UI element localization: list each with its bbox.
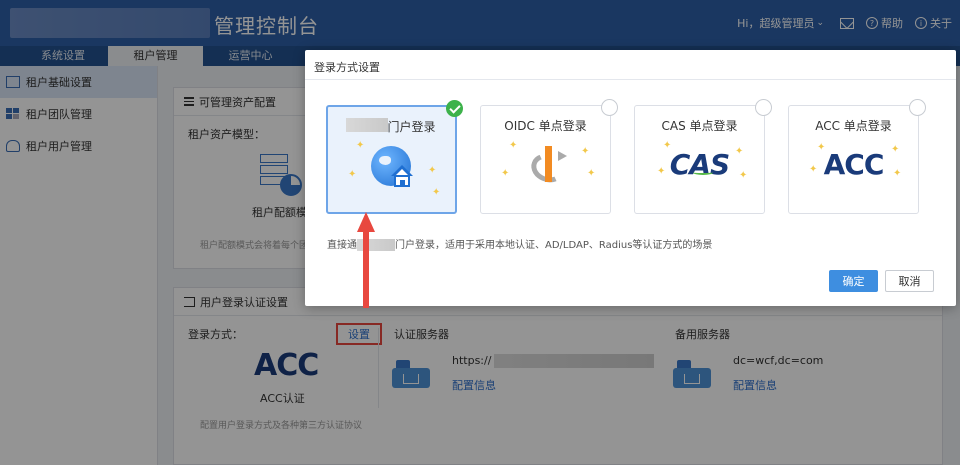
sparkle-icon: ✦ <box>348 169 357 180</box>
confirm-button[interactable]: 确定 <box>829 270 878 292</box>
radio-button[interactable] <box>601 99 618 116</box>
login-option-acc[interactable]: ACC 单点登录 ✦ ✦ ✦ ✦ ACC <box>788 99 926 214</box>
desc-prefix: 直接通 <box>327 240 357 251</box>
login-option-label: ACC 单点登录 <box>815 119 892 133</box>
sparkle-icon: ✦ <box>428 165 437 176</box>
sparkle-icon: ✦ <box>432 187 441 198</box>
acc-logo: ACC <box>823 148 885 181</box>
login-method-modal: 登录方式设置 门户登录 ✦ ✦ ✦ ✦ OIDC 单点登录 ✦ ✦ ✦ ✦ CA… <box>305 50 956 306</box>
sparkle-icon: ✦ <box>581 146 590 157</box>
openid-icon <box>527 146 571 187</box>
radio-button[interactable] <box>909 99 926 116</box>
sparkle-icon: ✦ <box>501 168 510 179</box>
sparkle-icon: ✦ <box>587 168 596 179</box>
login-option-label: OIDC 单点登录 <box>504 119 587 133</box>
modal-title: 登录方式设置 <box>314 61 380 74</box>
modal-divider <box>305 79 956 80</box>
sparkle-icon: ✦ <box>356 140 365 151</box>
login-option-cas[interactable]: CAS 单点登录 ✦ ✦ ✦ ✦ CAS <box>634 99 772 214</box>
selected-check-icon <box>446 100 463 117</box>
cas-swoosh <box>693 170 713 175</box>
login-option-portal[interactable]: 门户登录 ✦ ✦ ✦ ✦ <box>326 100 463 214</box>
annotation-arrow-icon <box>357 212 375 308</box>
login-option-oidc[interactable]: OIDC 单点登录 ✦ ✦ ✦ ✦ <box>480 99 618 214</box>
radio-button[interactable] <box>755 99 772 116</box>
home-icon <box>390 165 414 189</box>
login-option-label: 门户登录 <box>387 120 436 134</box>
login-option-label: CAS 单点登录 <box>661 119 738 133</box>
desc-suffix: 门户登录，适用于采用本地认证、AD/LDAP、Radius等认证方式的场景 <box>395 240 713 251</box>
cancel-button[interactable]: 取消 <box>885 270 934 292</box>
login-method-description: 直接通 门户登录，适用于采用本地认证、AD/LDAP、Radius等认证方式的场景 <box>327 236 712 251</box>
cas-logo: CAS <box>669 148 730 181</box>
sparkle-icon: ✦ <box>509 140 518 151</box>
